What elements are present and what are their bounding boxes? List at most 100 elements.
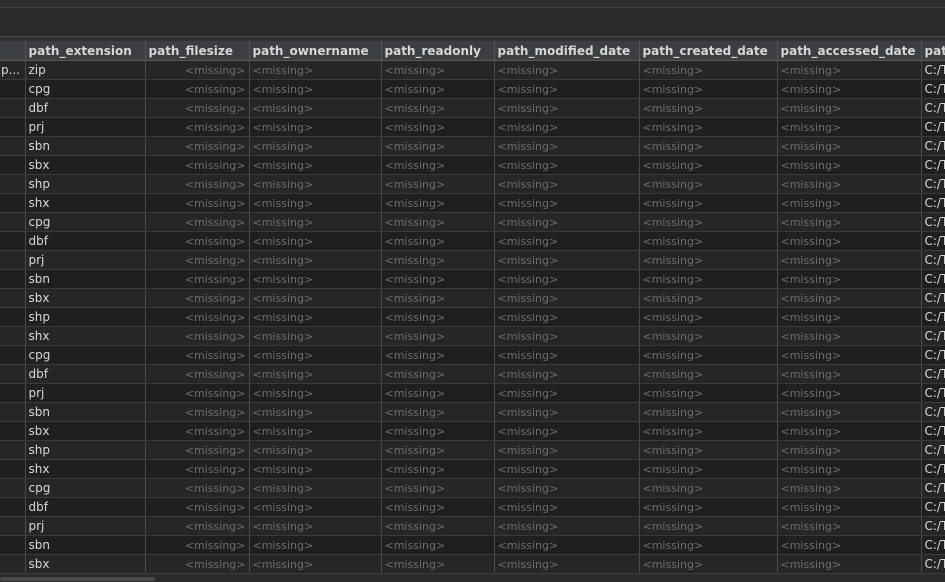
cell-path[interactable]: C:/T: [921, 174, 945, 194]
cell-path-created-date[interactable]: <missing>: [639, 402, 778, 422]
cell-path-extension[interactable]: cpg: [25, 212, 146, 232]
cell-path[interactable]: C:/T: [921, 345, 945, 365]
cell-path-accessed-date[interactable]: <missing>: [777, 231, 922, 251]
cell-path-filesize[interactable]: <missing>: [145, 345, 250, 365]
cell-path-modified-date[interactable]: <missing>: [494, 79, 640, 99]
cell-path-extension[interactable]: shp: [25, 307, 146, 327]
cell-index[interactable]: [0, 193, 26, 213]
cell-path-modified-date[interactable]: <missing>: [494, 554, 640, 574]
cell-path-created-date[interactable]: <missing>: [639, 193, 778, 213]
cell-path-readonly[interactable]: <missing>: [381, 60, 495, 80]
cell-path-extension[interactable]: shp: [25, 174, 146, 194]
cell-path-modified-date[interactable]: <missing>: [494, 326, 640, 346]
cell-path-filesize[interactable]: <missing>: [145, 174, 250, 194]
cell-path-filesize[interactable]: <missing>: [145, 117, 250, 137]
cell-path-modified-date[interactable]: <missing>: [494, 478, 640, 498]
cell-path-modified-date[interactable]: <missing>: [494, 269, 640, 289]
cell-path-accessed-date[interactable]: <missing>: [777, 383, 922, 403]
cell-path[interactable]: C:/T: [921, 269, 945, 289]
table-row[interactable]: prj <missing> <missing> <missing> <missing> <…: [0, 516, 945, 536]
cell-index[interactable]: [0, 212, 26, 232]
cell-index[interactable]: [0, 174, 26, 194]
cell-path-created-date[interactable]: <missing>: [639, 231, 778, 251]
cell-path-ownername[interactable]: <missing>: [249, 554, 382, 574]
table-row[interactable]: shx <missing> <missing> <missing> <missing> <…: [0, 193, 945, 213]
cell-path-accessed-date[interactable]: <missing>: [777, 155, 922, 175]
table-row[interactable]: prj <missing> <missing> <missing> <missing> <…: [0, 117, 945, 137]
cell-path-modified-date[interactable]: <missing>: [494, 136, 640, 156]
cell-path[interactable]: C:/T: [921, 421, 945, 441]
cell-path-readonly[interactable]: <missing>: [381, 364, 495, 384]
cell-path-extension[interactable]: sbx: [25, 554, 146, 574]
cell-path-created-date[interactable]: <missing>: [639, 383, 778, 403]
cell-path-accessed-date[interactable]: <missing>: [777, 307, 922, 327]
cell-path-created-date[interactable]: <missing>: [639, 497, 778, 517]
cell-path-filesize[interactable]: <missing>: [145, 288, 250, 308]
cell-path-modified-date[interactable]: <missing>: [494, 535, 640, 555]
cell-path-accessed-date[interactable]: <missing>: [777, 212, 922, 232]
cell-path-accessed-date[interactable]: <missing>: [777, 79, 922, 99]
cell-path-filesize[interactable]: <missing>: [145, 212, 250, 232]
cell-index[interactable]: [0, 554, 26, 574]
table-row[interactable]: sbn <missing> <missing> <missing> <missing> <…: [0, 535, 945, 555]
cell-path-ownername[interactable]: <missing>: [249, 440, 382, 460]
cell-path-created-date[interactable]: <missing>: [639, 364, 778, 384]
cell-path-extension[interactable]: shx: [25, 326, 146, 346]
cell-path-ownername[interactable]: <missing>: [249, 364, 382, 384]
cell-path-accessed-date[interactable]: <missing>: [777, 364, 922, 384]
column-header-path-ownername[interactable]: path_ownername: [249, 41, 382, 61]
cell-path-created-date[interactable]: <missing>: [639, 516, 778, 536]
cell-path-modified-date[interactable]: <missing>: [494, 193, 640, 213]
cell-path-readonly[interactable]: <missing>: [381, 535, 495, 555]
cell-path-modified-date[interactable]: <missing>: [494, 288, 640, 308]
cell-path-readonly[interactable]: <missing>: [381, 79, 495, 99]
table-row[interactable]: sbx <missing> <missing> <missing> <missing> <…: [0, 421, 945, 441]
cell-path[interactable]: C:/T: [921, 535, 945, 555]
cell-index[interactable]: p...: [0, 60, 26, 80]
cell-path-extension[interactable]: prj: [25, 383, 146, 403]
cell-path-readonly[interactable]: <missing>: [381, 174, 495, 194]
cell-path-ownername[interactable]: <missing>: [249, 326, 382, 346]
cell-index[interactable]: [0, 98, 26, 118]
cell-path-readonly[interactable]: <missing>: [381, 402, 495, 422]
cell-path[interactable]: C:/T: [921, 60, 945, 80]
cell-path-modified-date[interactable]: <missing>: [494, 440, 640, 460]
cell-path-ownername[interactable]: <missing>: [249, 516, 382, 536]
cell-path-readonly[interactable]: <missing>: [381, 288, 495, 308]
cell-path-created-date[interactable]: <missing>: [639, 326, 778, 346]
cell-path-created-date[interactable]: <missing>: [639, 440, 778, 460]
cell-path[interactable]: C:/T: [921, 155, 945, 175]
cell-path-modified-date[interactable]: <missing>: [494, 60, 640, 80]
cell-path-ownername[interactable]: <missing>: [249, 136, 382, 156]
cell-path[interactable]: C:/T: [921, 250, 945, 270]
cell-path-filesize[interactable]: <missing>: [145, 516, 250, 536]
cell-path-filesize[interactable]: <missing>: [145, 383, 250, 403]
cell-path-extension[interactable]: sbx: [25, 288, 146, 308]
table-row[interactable]: cpg <missing> <missing> <missing> <missing> <…: [0, 212, 945, 232]
cell-path-readonly[interactable]: <missing>: [381, 136, 495, 156]
cell-index[interactable]: [0, 288, 26, 308]
cell-path-ownername[interactable]: <missing>: [249, 288, 382, 308]
cell-path-readonly[interactable]: <missing>: [381, 345, 495, 365]
cell-path-readonly[interactable]: <missing>: [381, 383, 495, 403]
table-row[interactable]: shx <missing> <missing> <missing> <missing> <…: [0, 459, 945, 479]
cell-path[interactable]: C:/T: [921, 98, 945, 118]
cell-path-created-date[interactable]: <missing>: [639, 535, 778, 555]
cell-path-filesize[interactable]: <missing>: [145, 326, 250, 346]
table-row[interactable]: dbf <missing> <missing> <missing> <missing> <…: [0, 497, 945, 517]
table-row[interactable]: shx <missing> <missing> <missing> <missing> <…: [0, 326, 945, 346]
cell-path-modified-date[interactable]: <missing>: [494, 402, 640, 422]
cell-path-created-date[interactable]: <missing>: [639, 345, 778, 365]
cell-index[interactable]: [0, 79, 26, 99]
cell-path-extension[interactable]: prj: [25, 117, 146, 137]
table-row[interactable]: dbf <missing> <missing> <missing> <missing> <…: [0, 364, 945, 384]
cell-path-ownername[interactable]: <missing>: [249, 459, 382, 479]
cell-path-accessed-date[interactable]: <missing>: [777, 459, 922, 479]
table-row[interactable]: sbx <missing> <missing> <missing> <missing> <…: [0, 288, 945, 308]
cell-path-accessed-date[interactable]: <missing>: [777, 288, 922, 308]
cell-path-accessed-date[interactable]: <missing>: [777, 250, 922, 270]
cell-index[interactable]: [0, 345, 26, 365]
cell-index[interactable]: [0, 383, 26, 403]
cell-index[interactable]: [0, 440, 26, 460]
cell-path-filesize[interactable]: <missing>: [145, 440, 250, 460]
